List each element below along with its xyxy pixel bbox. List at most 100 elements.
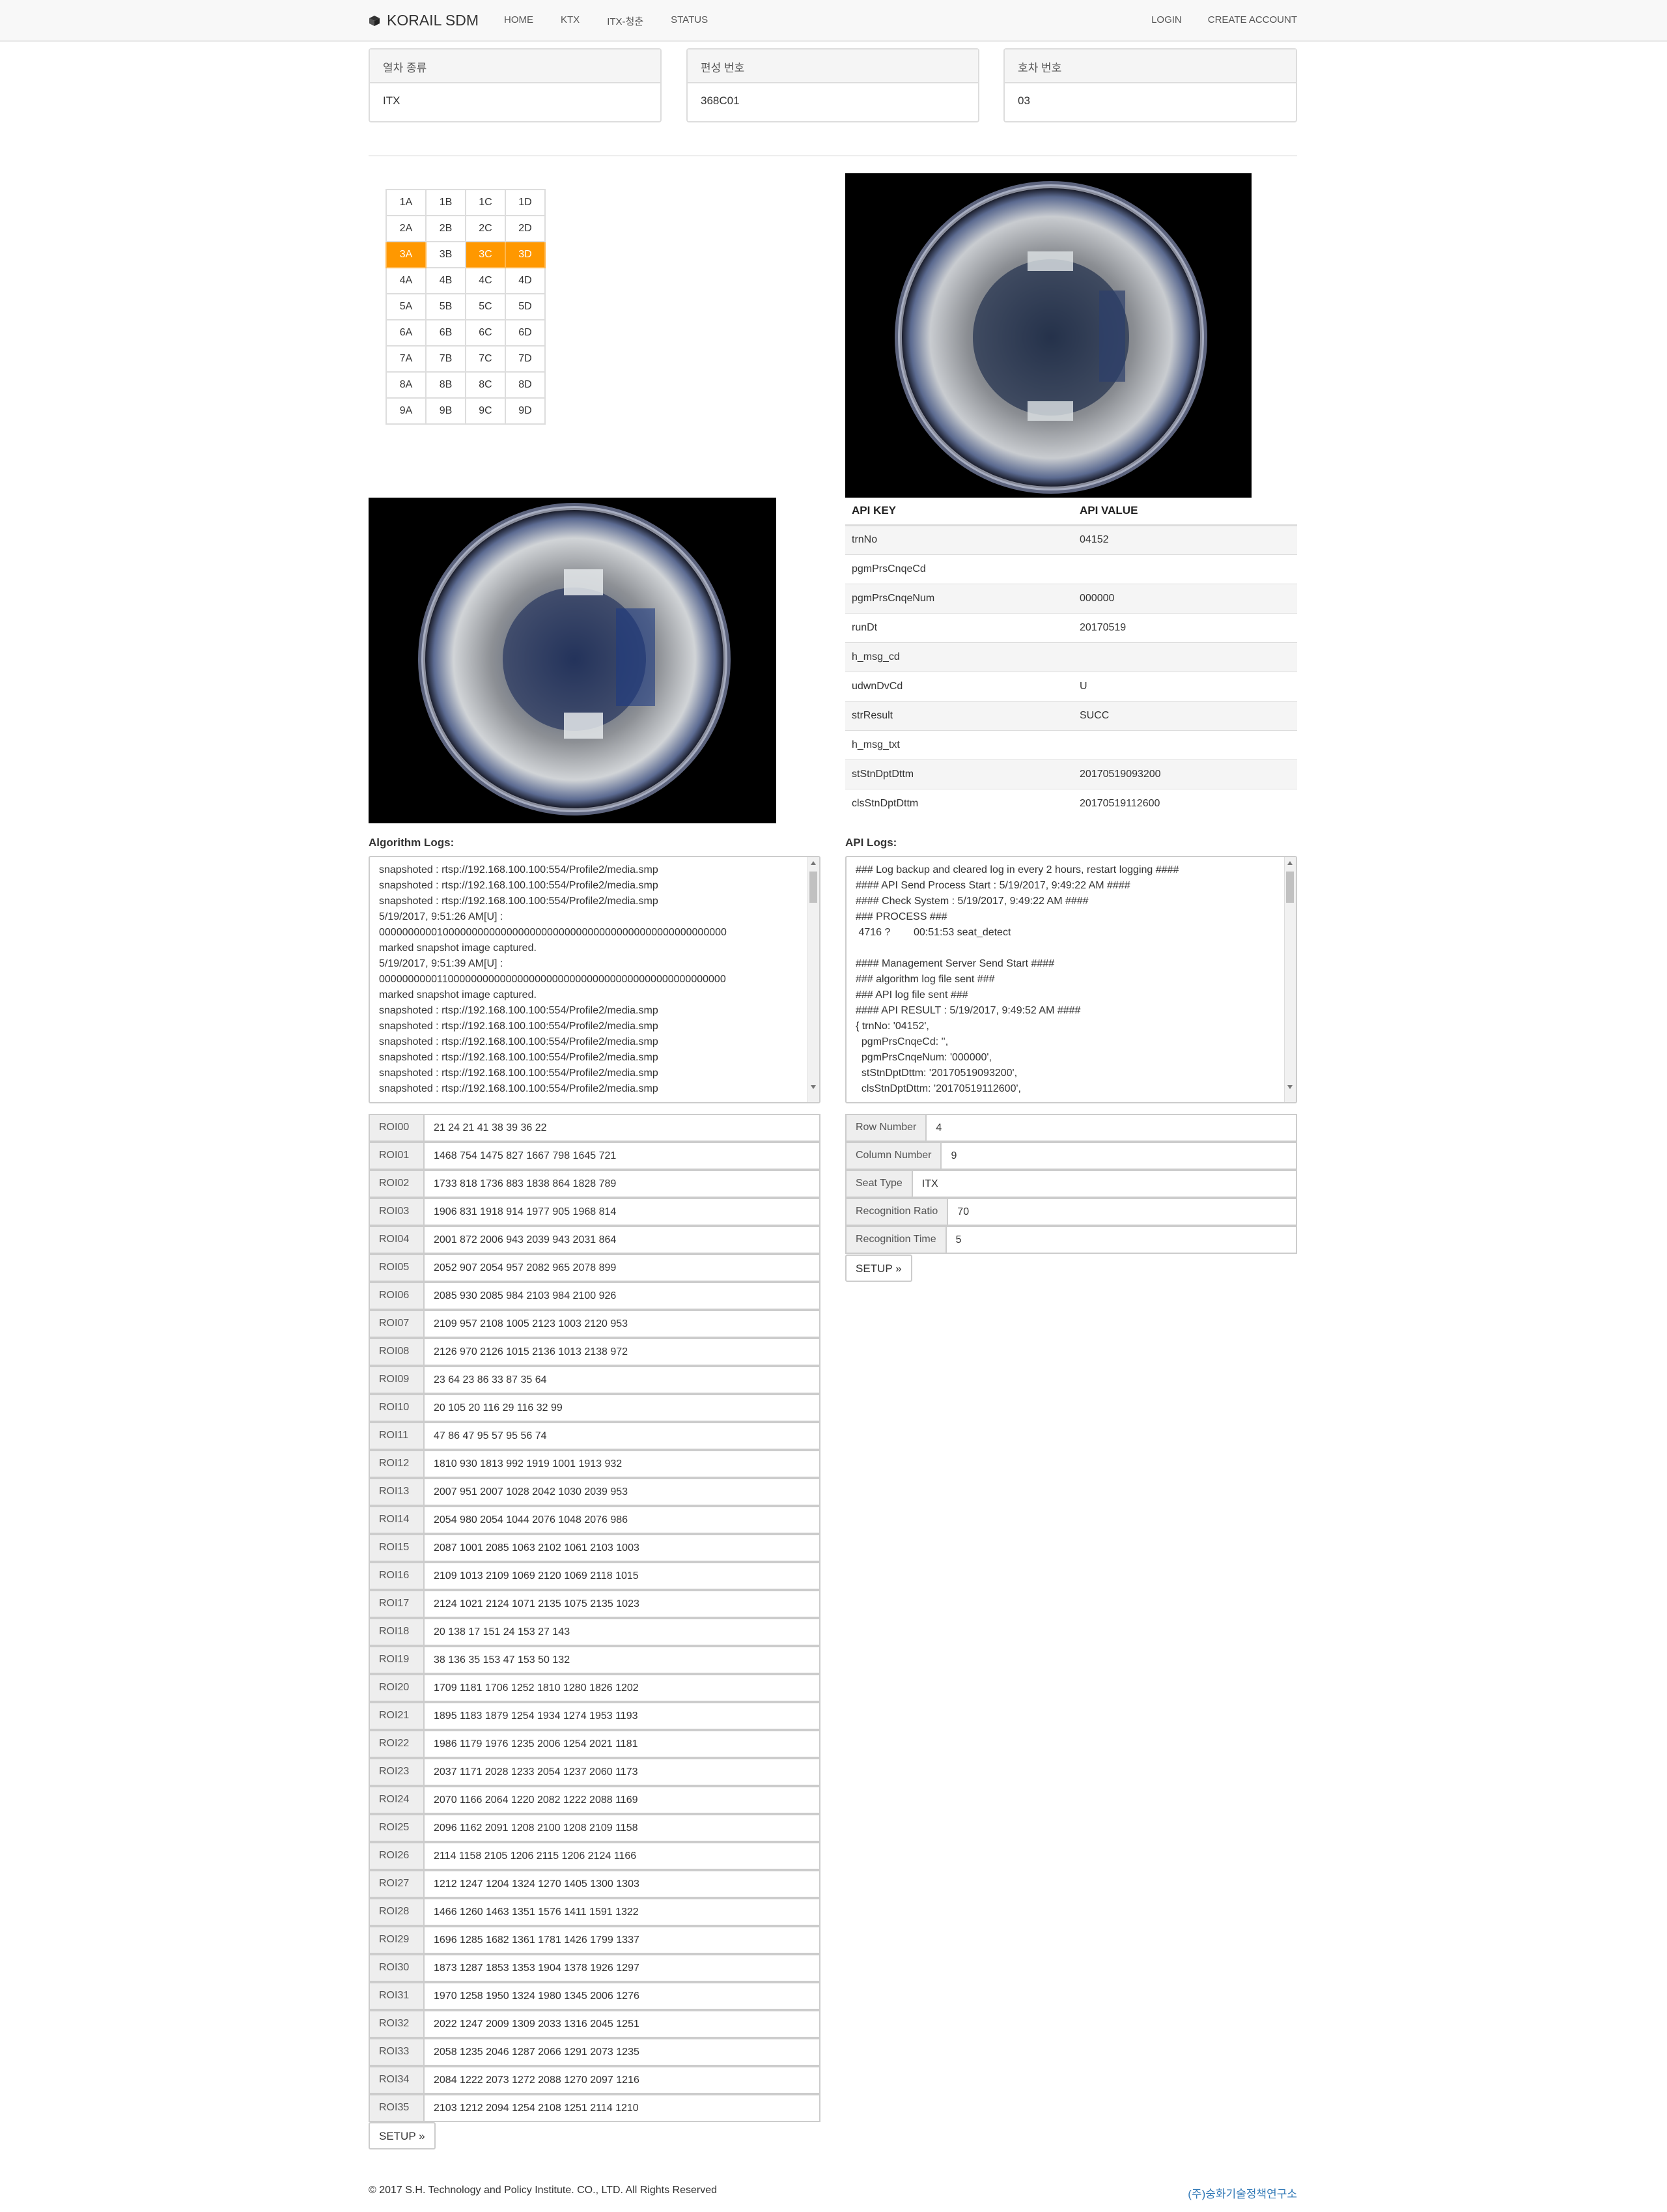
roi-input[interactable]: 2096 1162 2091 1208 2100 1208 2109 1158: [425, 1815, 819, 1841]
roi-input[interactable]: 2114 1158 2105 1206 2115 1206 2124 1166: [425, 1843, 819, 1869]
seat-cell[interactable]: 8C: [465, 371, 506, 399]
roi-row: ROI26 2114 1158 2105 1206 2115 1206 2124 …: [369, 1842, 820, 1870]
algorithm-log-textarea[interactable]: snapshoted : rtsp://192.168.100.100:554/…: [369, 856, 820, 1103]
seat-cell[interactable]: 8D: [505, 371, 546, 399]
seat-cell[interactable]: 4C: [465, 267, 506, 294]
settings-input[interactable]: 4: [927, 1115, 1296, 1141]
roi-input[interactable]: 21 24 21 41 38 39 36 22: [425, 1115, 819, 1141]
roi-input[interactable]: 20 138 17 151 24 153 27 143: [425, 1619, 819, 1645]
seat-cell[interactable]: 3C: [465, 241, 506, 268]
roi-input[interactable]: 2054 980 2054 1044 2076 1048 2076 986: [425, 1507, 819, 1533]
nav-itx[interactable]: ITX-청춘: [607, 14, 643, 28]
seat-cell[interactable]: 9A: [385, 397, 427, 425]
seat-cell[interactable]: 1C: [465, 189, 506, 216]
roi-input[interactable]: 38 136 35 153 47 153 50 132: [425, 1647, 819, 1673]
roi-input[interactable]: 2084 1222 2073 1272 2088 1270 2097 1216: [425, 2067, 819, 2093]
seat-cell[interactable]: 4D: [505, 267, 546, 294]
scroll-up-icon[interactable]: [811, 861, 816, 865]
seat-cell[interactable]: 1B: [425, 189, 466, 216]
settings-input[interactable]: 70: [948, 1199, 1296, 1225]
roi-input[interactable]: 2037 1171 2028 1233 2054 1237 2060 1173: [425, 1759, 819, 1785]
roi-input[interactable]: 2103 1212 2094 1254 2108 1251 2114 1210: [425, 2095, 819, 2121]
roi-input[interactable]: 2124 1021 2124 1071 2135 1075 2135 1023: [425, 1591, 819, 1617]
seat-cell[interactable]: 5D: [505, 293, 546, 320]
nav-ktx[interactable]: KTX: [561, 14, 580, 28]
roi-setup-button[interactable]: SETUP »: [369, 2122, 436, 2149]
brand[interactable]: KORAIL SDM: [369, 12, 479, 29]
seat-cell[interactable]: 5B: [425, 293, 466, 320]
seat-cell[interactable]: 9D: [505, 397, 546, 425]
log-line: #### API Send Process Start : 5/19/2017,…: [856, 880, 1130, 891]
roi-input[interactable]: 2109 1013 2109 1069 2120 1069 2118 1015: [425, 1563, 819, 1589]
seat-cell[interactable]: 8A: [385, 371, 427, 399]
settings-setup-button[interactable]: SETUP »: [845, 1255, 912, 1282]
login-link[interactable]: LOGIN: [1151, 14, 1182, 25]
scrollbar[interactable]: [807, 857, 819, 1102]
roi-input[interactable]: 2126 970 2126 1015 2136 1013 2138 972: [425, 1339, 819, 1365]
settings-input[interactable]: 5: [947, 1227, 1296, 1253]
roi-input[interactable]: 1466 1260 1463 1351 1576 1411 1591 1322: [425, 1899, 819, 1925]
scroll-down-icon[interactable]: [811, 1085, 816, 1089]
roi-input[interactable]: 47 86 47 95 57 95 56 74: [425, 1423, 819, 1449]
seat-cell[interactable]: 3B: [425, 241, 466, 268]
roi-input[interactable]: 2022 1247 2009 1309 2033 1316 2045 1251: [425, 2011, 819, 2037]
seat-cell[interactable]: 5A: [385, 293, 427, 320]
seat-cell[interactable]: 2B: [425, 215, 466, 242]
seat-cell[interactable]: 5C: [465, 293, 506, 320]
scroll-up-icon[interactable]: [1287, 861, 1293, 865]
roi-input[interactable]: 1873 1287 1853 1353 1904 1378 1926 1297: [425, 1955, 819, 1981]
scrollbar[interactable]: [1284, 857, 1296, 1102]
nav-home[interactable]: HOME: [504, 14, 533, 28]
seat-cell[interactable]: 8B: [425, 371, 466, 399]
create-account-link[interactable]: CREATE ACCOUNT: [1208, 14, 1297, 25]
seat-cell[interactable]: 3D: [505, 241, 546, 268]
seat-cell[interactable]: 9B: [425, 397, 466, 425]
roi-input[interactable]: 2007 951 2007 1028 2042 1030 2039 953: [425, 1479, 819, 1505]
seat-cell[interactable]: 6B: [425, 319, 466, 347]
seat-cell[interactable]: 7C: [465, 345, 506, 373]
seat-cell[interactable]: 4A: [385, 267, 427, 294]
seat-cell[interactable]: 7D: [505, 345, 546, 373]
roi-input[interactable]: 1906 831 1918 914 1977 905 1968 814: [425, 1199, 819, 1225]
footer-company-link[interactable]: (주)숭화기술정책연구소: [1188, 2185, 1297, 2201]
scroll-thumb[interactable]: [809, 872, 817, 903]
api-log-textarea[interactable]: ### Log backup and cleared log in every …: [845, 856, 1297, 1103]
seat-cell[interactable]: 4B: [425, 267, 466, 294]
roi-input[interactable]: 1212 1247 1204 1324 1270 1405 1300 1303: [425, 1871, 819, 1897]
roi-input[interactable]: 1986 1179 1976 1235 2006 1254 2021 1181: [425, 1731, 819, 1757]
roi-input[interactable]: 2001 872 2006 943 2039 943 2031 864: [425, 1227, 819, 1253]
roi-input[interactable]: 2052 907 2054 957 2082 965 2078 899: [425, 1255, 819, 1281]
settings-input[interactable]: 9: [942, 1143, 1296, 1169]
seat-cell[interactable]: 2D: [505, 215, 546, 242]
roi-input[interactable]: 1696 1285 1682 1361 1781 1426 1799 1337: [425, 1927, 819, 1953]
roi-label: ROI01: [370, 1143, 425, 1169]
settings-input[interactable]: ITX: [913, 1171, 1296, 1197]
roi-input[interactable]: 1810 930 1813 992 1919 1001 1913 932: [425, 1451, 819, 1477]
roi-input[interactable]: 23 64 23 86 33 87 35 64: [425, 1367, 819, 1393]
roi-input[interactable]: 2070 1166 2064 1220 2082 1222 2088 1169: [425, 1787, 819, 1813]
seat-cell[interactable]: 2C: [465, 215, 506, 242]
roi-input[interactable]: 2087 1001 2085 1063 2102 1061 2103 1003: [425, 1535, 819, 1561]
seat-cell[interactable]: 6D: [505, 319, 546, 347]
roi-input[interactable]: 2085 930 2085 984 2103 984 2100 926: [425, 1283, 819, 1309]
roi-input[interactable]: 20 105 20 116 29 116 32 99: [425, 1395, 819, 1421]
seat-cell[interactable]: 6A: [385, 319, 427, 347]
roi-input[interactable]: 2109 957 2108 1005 2123 1003 2120 953: [425, 1311, 819, 1337]
nav-status[interactable]: STATUS: [671, 14, 708, 28]
roi-input[interactable]: 1709 1181 1706 1252 1810 1280 1826 1202: [425, 1675, 819, 1701]
roi-input[interactable]: 1733 818 1736 883 1838 864 1828 789: [425, 1171, 819, 1197]
roi-input[interactable]: 2058 1235 2046 1287 2066 1291 2073 1235: [425, 2039, 819, 2065]
seat-cell[interactable]: 1D: [505, 189, 546, 216]
seat-cell[interactable]: 9C: [465, 397, 506, 425]
seat-cell[interactable]: 7B: [425, 345, 466, 373]
roi-input[interactable]: 1970 1258 1950 1324 1980 1345 2006 1276: [425, 1983, 819, 2009]
roi-input[interactable]: 1895 1183 1879 1254 1934 1274 1953 1193: [425, 1703, 819, 1729]
seat-cell[interactable]: 3A: [385, 241, 427, 268]
seat-cell[interactable]: 6C: [465, 319, 506, 347]
scroll-down-icon[interactable]: [1287, 1085, 1293, 1089]
seat-cell[interactable]: 1A: [385, 189, 427, 216]
seat-cell[interactable]: 2A: [385, 215, 427, 242]
scroll-thumb[interactable]: [1286, 872, 1294, 903]
seat-cell[interactable]: 7A: [385, 345, 427, 373]
roi-input[interactable]: 1468 754 1475 827 1667 798 1645 721: [425, 1143, 819, 1169]
